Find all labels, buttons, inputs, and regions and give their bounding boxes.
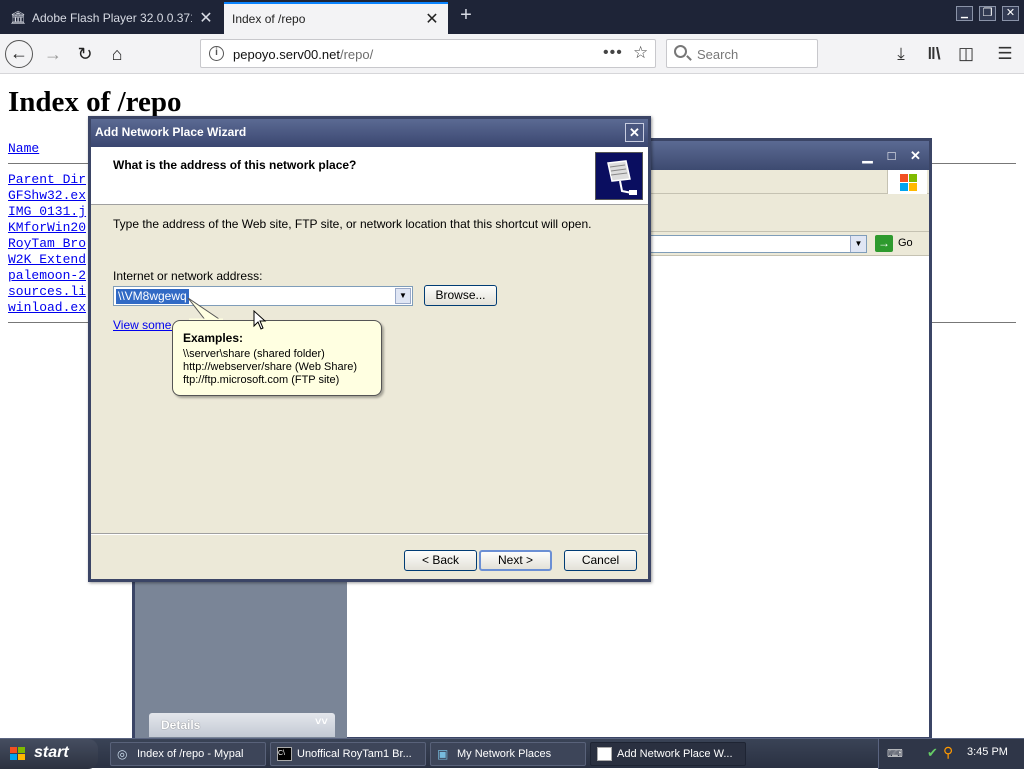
close-icon[interactable]: ✕	[906, 147, 925, 164]
start-label: start	[34, 744, 69, 761]
close-icon[interactable]: ✕	[625, 123, 644, 142]
library-toolbar-icon[interactable]: ‖\	[921, 40, 947, 68]
tab-flash-player[interactable]: 🏛 Adobe Flash Player 32.0.0.371 – ✕	[2, 2, 222, 34]
url-bar[interactable]: i pepoyo.serv00.net/repo/ ••• ☆	[200, 39, 656, 68]
chevron-down-icon[interactable]: ▼	[395, 288, 411, 304]
minimize-icon[interactable]: ▁	[858, 147, 877, 164]
url-host: pepoyo.serv00.net	[233, 47, 340, 62]
maximize-icon[interactable]: □	[882, 147, 901, 164]
tooltip-title: Examples:	[183, 331, 244, 345]
tooltip-line: ftp://ftp.microsoft.com (FTP site)	[183, 374, 340, 386]
file-link[interactable]: RoyTam Bro	[8, 236, 86, 251]
task-label: Unoffical RoyTam1 Br...	[297, 748, 412, 760]
windows-flag-icon	[10, 747, 25, 760]
taskbar-item-wizard[interactable]: Add Network Place W...	[590, 742, 746, 766]
url-text: pepoyo.serv00.net/repo/	[233, 47, 373, 62]
bookmark-star-icon[interactable]: ☆	[633, 43, 648, 63]
cancel-button[interactable]: Cancel	[564, 550, 637, 571]
file-link[interactable]: sources.li	[8, 284, 86, 299]
browser-tab-bar: 🏛 Adobe Flash Player 32.0.0.371 – ✕ Inde…	[0, 0, 1024, 34]
new-tab-icon[interactable]: +	[456, 4, 476, 27]
menu-icon[interactable]: ☰	[992, 40, 1018, 68]
dialog-question: What is the address of this network plac…	[113, 158, 357, 172]
tooltip-line: \\server\share (shared folder)	[183, 348, 325, 360]
tab-index-repo[interactable]: Index of /repo ✕	[224, 2, 448, 34]
home-icon[interactable]: ⌂	[103, 40, 131, 68]
go-arrow-icon[interactable]: →	[875, 235, 893, 252]
close-tab-icon[interactable]: ✕	[198, 8, 214, 28]
address-label: Internet or network address:	[113, 269, 263, 283]
network-address-value[interactable]: \\VM8wgewq	[116, 289, 189, 304]
forward-arrow-icon[interactable]: →	[39, 40, 67, 68]
back-button[interactable]: < Back	[404, 550, 477, 571]
back-arrow-icon[interactable]: ←	[5, 40, 33, 68]
taskbar-item-network-places[interactable]: ▣ My Network Places	[430, 742, 586, 766]
search-icon	[674, 45, 687, 58]
network-places-icon: ▣	[437, 747, 449, 761]
file-link[interactable]: KMforWin20	[8, 220, 86, 235]
taskbar: start ◎ Index of /repo - Mypal C\ Unoffi…	[0, 738, 1024, 769]
file-link[interactable]: Parent Dir	[8, 172, 86, 187]
divider	[91, 533, 648, 535]
next-button[interactable]: Next >	[479, 550, 552, 571]
network-address-combobox[interactable]: \\VM8wgewq ▼	[113, 286, 413, 306]
browse-button[interactable]: Browse...	[424, 285, 497, 306]
task-label: Add Network Place W...	[617, 748, 733, 760]
file-link[interactable]: palemoon-2	[8, 268, 86, 283]
reload-icon[interactable]: ↻	[71, 40, 99, 68]
dialog-description: Type the address of the Web site, FTP si…	[113, 217, 592, 231]
task-label: My Network Places	[457, 748, 552, 760]
file-link[interactable]: IMG_0131.j	[8, 204, 86, 219]
sidebar-icon[interactable]: ◫	[953, 40, 979, 68]
examples-tooltip: Examples: \\server\share (shared folder)…	[172, 320, 382, 396]
search-input[interactable]: Search	[666, 39, 818, 68]
system-tray: ⌨ ✔ ⚲ 3:45 PM	[878, 739, 1024, 769]
keyboard-icon[interactable]: ⌨	[887, 747, 903, 760]
file-link[interactable]: GFShw32.ex	[8, 188, 86, 203]
double-chevron-down-icon[interactable]: ˅˅	[315, 716, 328, 728]
dialog-header: What is the address of this network plac…	[91, 147, 648, 205]
page-actions-icon[interactable]: •••	[603, 44, 623, 62]
file-link[interactable]: winload.ex	[8, 300, 86, 315]
restore-icon[interactable]: ❐	[979, 6, 996, 21]
download-icon[interactable]: ⤓	[888, 40, 914, 68]
dialog-title-bar[interactable]: Add Network Place Wizard ✕	[91, 119, 648, 147]
tab-title: Index of /repo	[232, 12, 306, 26]
go-button-label[interactable]: Go	[898, 237, 913, 249]
task-label: Index of /repo - Mypal	[137, 748, 244, 760]
globe-icon: ◎	[117, 747, 128, 761]
file-link[interactable]: W2K Extend	[8, 252, 86, 267]
library-icon: 🏛	[10, 10, 27, 25]
page-title: Index of /repo	[8, 86, 182, 118]
network-folder-icon	[595, 152, 643, 200]
tab-title: Adobe Flash Player 32.0.0.371 –	[32, 11, 192, 25]
mouse-pointer-icon	[253, 310, 267, 330]
command-prompt-icon: C\	[277, 747, 292, 761]
chevron-down-icon[interactable]: ▼	[850, 236, 866, 252]
url-path: /repo/	[339, 47, 374, 62]
taskbar-item-mypal[interactable]: ◎ Index of /repo - Mypal	[110, 742, 266, 766]
taskbar-item-cmd[interactable]: C\ Unoffical RoyTam1 Br...	[270, 742, 426, 766]
window-icon	[597, 747, 612, 761]
column-header-name[interactable]: Name	[8, 141, 39, 156]
details-label: Details	[161, 718, 201, 732]
address-field[interactable]: ▼	[645, 235, 867, 253]
search-placeholder: Search	[697, 47, 739, 62]
close-tab-icon[interactable]: ✕	[424, 9, 440, 29]
search-tray-icon[interactable]: ⚲	[943, 744, 953, 761]
windows-logo-icon	[887, 170, 927, 194]
navigation-toolbar: ← → ↻ ⌂ i pepoyo.serv00.net/repo/ ••• ☆ …	[0, 34, 1024, 74]
minimize-icon[interactable]: ▁	[956, 6, 973, 21]
dialog-title: Add Network Place Wizard	[95, 125, 247, 139]
network-icon[interactable]: ✔	[927, 745, 938, 761]
start-button[interactable]: start	[0, 739, 98, 769]
info-icon[interactable]: i	[209, 46, 224, 61]
details-panel-header[interactable]: Details ˅˅	[149, 713, 335, 737]
clock: 3:45 PM	[967, 746, 1008, 758]
close-window-icon[interactable]: ✕	[1002, 6, 1019, 21]
tooltip-line: http://webserver/share (Web Share)	[183, 361, 358, 373]
